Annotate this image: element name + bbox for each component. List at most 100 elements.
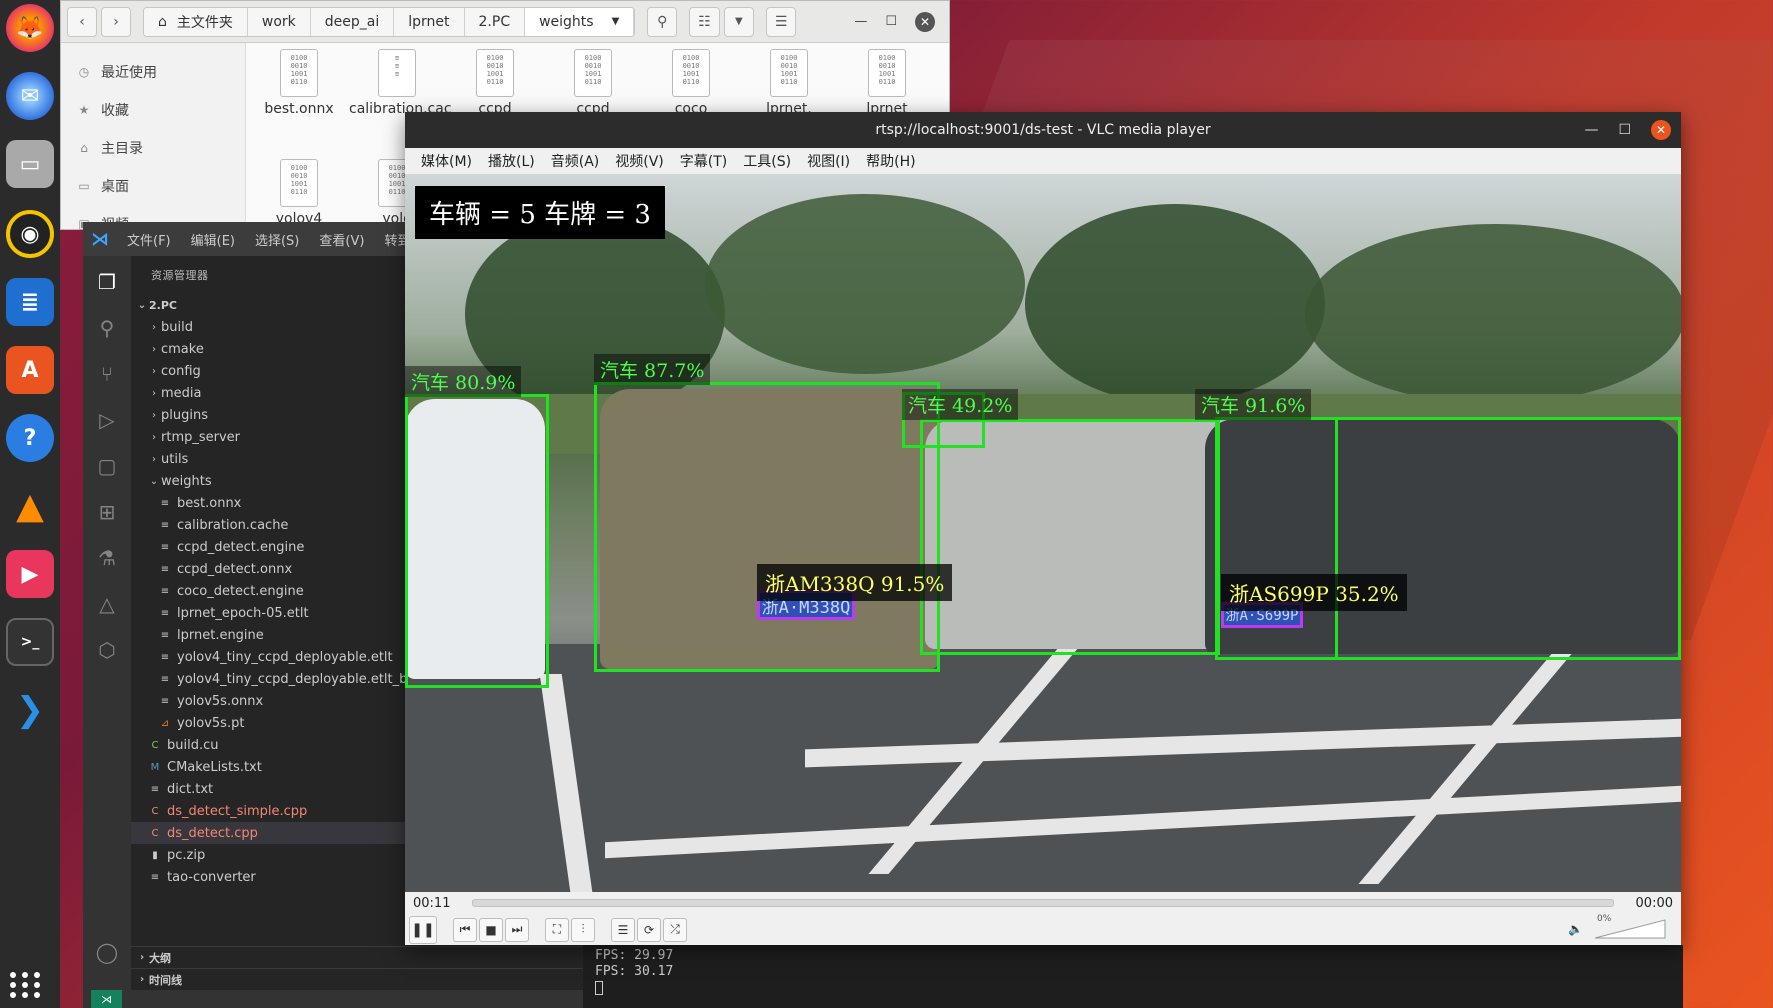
sliders-icon: ⫶ (581, 922, 585, 936)
show-apps-icon[interactable] (10, 972, 42, 998)
timeline-section[interactable]: › 时间线 (131, 968, 583, 990)
extended-settings-button[interactable]: ⫶ (571, 917, 595, 942)
chevron-right-icon: › (152, 409, 156, 421)
stop-button[interactable]: ■ (479, 917, 503, 942)
writer-icon[interactable]: ≣ (6, 278, 54, 326)
breadcrumb-home[interactable]: ⌂ 主文件夹 (144, 7, 248, 36)
menu-audio[interactable]: 音频(A) (543, 151, 608, 171)
vscode-logo-icon: ⋊ (91, 228, 109, 250)
previous-button[interactable]: ⏮ (453, 917, 477, 942)
menu-help[interactable]: 帮助(H) (858, 151, 923, 171)
menu-subtitle[interactable]: 字幕(T) (672, 151, 735, 171)
help-icon[interactable]: ? (6, 414, 54, 462)
breadcrumb-lprnet[interactable]: lprnet (394, 7, 465, 36)
maximize-icon[interactable]: ☐ (885, 14, 897, 29)
vlc-menubar: 媒体(M) 播放(L) 音频(A) 视频(V) 字幕(T) 工具(S) 视图(I… (405, 148, 1681, 174)
file-item[interactable]: 0100 0010 1001 0110 lprnet (839, 49, 935, 117)
forward-button[interactable]: › (101, 6, 131, 37)
tree-foliage (1025, 204, 1325, 404)
cuda-file-icon: C (151, 739, 159, 751)
hamburger-icon: ☰ (774, 13, 788, 30)
vlc-icon[interactable]: ▲ (6, 482, 54, 530)
menu-tools[interactable]: 工具(S) (735, 151, 799, 171)
breadcrumb-weights[interactable]: weights ▼ (525, 7, 635, 36)
breadcrumb-deep-ai[interactable]: deep_ai (310, 7, 395, 36)
back-button[interactable]: ‹ (67, 6, 97, 37)
source-control-icon[interactable]: ⑂ (93, 360, 121, 388)
terminal-panel[interactable]: FPS: 29.97 FPS: 30.17 (583, 945, 1683, 1008)
menu-video[interactable]: 视频(V) (607, 151, 672, 171)
view-options-button[interactable]: ▼ (723, 6, 754, 37)
binary-file-icon: 0100 0010 1001 0110 (280, 159, 318, 207)
search-button[interactable]: ⚲ (647, 6, 678, 37)
maximize-icon[interactable]: ☐ (1618, 122, 1631, 138)
file-icon: ≡ (160, 673, 170, 685)
extensions-icon[interactable]: ⊞ (93, 498, 121, 526)
vscode-icon[interactable]: ❯ (6, 686, 54, 734)
volume-level: 0% (1597, 914, 1612, 924)
loop-icon: ⟳ (643, 922, 655, 937)
minimize-icon[interactable]: — (854, 14, 867, 29)
files-icon[interactable]: ▭ (6, 140, 54, 188)
explorer-icon[interactable]: ❐ (93, 268, 121, 296)
menu-button[interactable]: ☰ (765, 6, 797, 37)
sidebar-item-desktop[interactable]: ▭ 桌面 (61, 167, 245, 205)
media-app-icon[interactable]: ▶ (6, 550, 54, 598)
playlist-button[interactable]: ☰ (611, 917, 635, 942)
seek-slider[interactable] (472, 899, 1614, 907)
file-item[interactable]: 0100 0010 1001 0110 ccpd (447, 49, 543, 117)
outline-section[interactable]: › 大纲 (131, 946, 583, 968)
loop-button[interactable]: ⟳ (637, 917, 661, 942)
chevron-right-icon: › (152, 321, 156, 333)
binary-file-icon: 0100 0010 1001 0110 (770, 49, 808, 97)
menu-file[interactable]: 文件(F) (117, 230, 181, 249)
file-item[interactable]: 0100 0010 1001 0110 coco (643, 49, 739, 117)
speaker-muted-icon[interactable]: 🔈 (1568, 922, 1583, 936)
thunderbird-icon[interactable]: ✉ (6, 72, 54, 120)
menu-view[interactable]: 查看(V) (309, 230, 374, 249)
menu-media[interactable]: 媒体(M) (413, 151, 480, 171)
volume-slider[interactable]: 0% (1593, 914, 1667, 940)
sidebar-item-starred[interactable]: ★ 收藏 (61, 91, 245, 129)
sidebar-item-home[interactable]: ⌂ 主目录 (61, 129, 245, 167)
cmake-icon[interactable]: △ (93, 590, 121, 618)
file-item[interactable]: 0100 0010 1001 0110 ccpd (545, 49, 641, 117)
search-icon[interactable]: ⚲ (93, 314, 121, 342)
video-frame[interactable]: 汽车 80.9% 汽车 87.7% 汽车 49.2% 汽车 91.6% 浙A·M… (405, 174, 1681, 892)
sidebar-item-recent[interactable]: ◷ 最近使用 (61, 53, 245, 91)
window-title: rtsp://localhost:9001/ds-test - VLC medi… (875, 122, 1211, 138)
shuffle-button[interactable]: ⤮ (663, 917, 687, 942)
remote-indicator[interactable]: ⋊ (91, 990, 122, 1008)
pause-button[interactable]: ❚❚ (409, 915, 437, 944)
file-item[interactable]: 0100 0010 1001 0110 best.onnx (251, 49, 347, 117)
account-icon[interactable]: ◯ (93, 938, 121, 966)
breadcrumb-2pc[interactable]: 2.PC (464, 7, 526, 36)
remote-explorer-icon[interactable]: ▢ (93, 452, 121, 480)
terminal-icon[interactable]: >_ (6, 618, 54, 666)
tree-foliage (1305, 224, 1681, 404)
menu-view[interactable]: 视图(I) (799, 151, 858, 171)
firefox-icon[interactable]: 🦊 (6, 4, 54, 52)
chevron-down-icon: ⌄ (149, 475, 159, 487)
fullscreen-button[interactable]: ⛶ (545, 917, 569, 942)
next-button[interactable]: ⏭ (505, 917, 529, 942)
binary-file-icon: 0100 0010 1001 0110 (672, 49, 710, 97)
run-debug-icon[interactable]: ▷ (93, 406, 121, 434)
minimize-icon[interactable]: — (1584, 122, 1598, 138)
file-item[interactable]: 0100 0010 1001 0110 lprnet. (741, 49, 837, 117)
chevron-right-icon: › (139, 974, 145, 985)
file-item[interactable]: 0100 0010 1001 0110 yolov4 (251, 159, 347, 227)
menu-playback[interactable]: 播放(L) (480, 151, 543, 171)
rhythmbox-icon[interactable]: ◉ (6, 210, 54, 258)
container-icon[interactable]: ⬡ (93, 636, 121, 664)
close-icon[interactable]: ✕ (1651, 120, 1671, 140)
breadcrumb-work[interactable]: work (247, 7, 311, 36)
testing-icon[interactable]: ⚗ (93, 544, 121, 572)
binary-file-icon: 0100 0010 1001 0110 (476, 49, 514, 97)
file-item[interactable]: ≡ ≡ ≡ calibration.cac (349, 49, 452, 117)
menu-edit[interactable]: 编辑(E) (181, 230, 245, 249)
software-center-icon[interactable]: A (6, 346, 54, 394)
menu-selection[interactable]: 选择(S) (245, 230, 309, 249)
close-icon[interactable]: ✕ (915, 11, 935, 32)
view-list-button[interactable]: ☷ (689, 6, 720, 37)
